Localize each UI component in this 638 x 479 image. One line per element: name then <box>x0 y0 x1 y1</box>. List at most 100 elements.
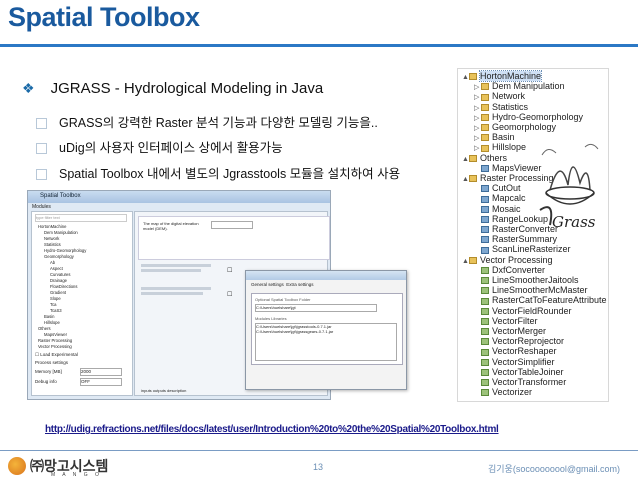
expander-icon[interactable]: ▲ <box>462 174 469 185</box>
mini-tree-item[interactable]: Curvatures <box>50 272 70 277</box>
reference-link[interactable]: http://udig.refractions.net/files/docs/l… <box>45 424 499 435</box>
tree-item-label: RasterCatToFeatureAttribute <box>492 295 607 306</box>
libs-list[interactable]: C:\Users\huelshare\jgt\jgrasstools-0.7.1… <box>255 323 397 361</box>
tree-item-label: VectorReshaper <box>492 346 557 357</box>
filter-input[interactable]: type filter text <box>35 214 127 222</box>
tree-item-label: VectorReprojector <box>492 336 565 347</box>
checkbox[interactable]: ☐ <box>227 267 232 274</box>
mini-tree-item[interactable]: Geomorphology <box>44 254 74 259</box>
module-tree-panel: ▲ HortonMachine ▷ Dem Manipulation ▷ Network ▷… <box>457 68 609 402</box>
folder-icon <box>481 124 489 132</box>
tree-item-label: Basin <box>492 132 515 143</box>
sub-bullet: GRASS의 강력한 Raster 분석 기능과 다양한 모델링 기능을.. <box>36 112 378 131</box>
module-icon <box>481 164 489 172</box>
folder-icon <box>481 144 489 152</box>
mini-tree-item[interactable]: Dem Manipulation <box>44 230 78 235</box>
module-icon <box>481 317 489 325</box>
tree-item-label: DxfConverter <box>492 264 546 275</box>
module-icon <box>481 389 489 397</box>
mini-tree-item[interactable]: Others <box>38 326 51 331</box>
mini-tree-item[interactable]: Basin <box>44 314 54 319</box>
tree-item-label: Mosaic <box>492 203 521 214</box>
mini-tree-item[interactable]: Slope <box>50 296 61 301</box>
square-bullet-icon <box>36 169 47 181</box>
mini-tree-item[interactable]: Raster Processing <box>38 338 72 343</box>
mini-tree-item[interactable]: Tca <box>50 302 57 307</box>
module-icon <box>481 348 489 356</box>
mini-tree-item[interactable]: Hillslope <box>44 320 60 325</box>
mini-tree-item[interactable]: Hydro-Geomorphology <box>44 248 86 253</box>
mini-tree-item[interactable]: FlowDirections <box>50 284 77 289</box>
checkbox[interactable]: ☐ <box>227 291 232 298</box>
mini-tree-item[interactable]: Ab <box>50 260 55 265</box>
module-icon <box>481 307 489 315</box>
svg-text:Grass: Grass <box>552 213 596 231</box>
tree-item-label: CutOut <box>492 183 521 194</box>
mini-tree-item[interactable]: Vector Processing <box>38 344 72 349</box>
mini-tree-item[interactable]: Drainage <box>50 278 67 283</box>
module-icon <box>481 297 489 305</box>
panel-tabs[interactable]: inputs outputs description <box>141 388 186 393</box>
tree-item-label: Others <box>480 152 508 163</box>
sub-bullet-text: Spatial Toolbox 내에서 별도의 Jgrasstools 모듈을 … <box>59 167 401 181</box>
load-experimental-label: Load Experimental <box>40 352 78 357</box>
sub-bullet-text: GRASS의 강력한 Raster 분석 기능과 다양한 모델링 기능을.. <box>59 116 378 130</box>
expander-icon[interactable]: ▲ <box>462 72 469 83</box>
debug-select[interactable]: OFF <box>80 378 122 386</box>
folder-icon <box>469 256 477 264</box>
tree-item-label: VectorMerger <box>492 326 547 336</box>
description-text: The map of the digital elevation model (… <box>143 221 199 231</box>
tab-extra-settings[interactable]: Extra settings <box>286 282 313 287</box>
module-icon <box>481 266 489 274</box>
expander-icon[interactable]: ▲ <box>462 154 469 165</box>
debug-label: Debug info <box>35 379 57 384</box>
sub-bullet-text: uDig의 사용자 인터페이스 상에서 활용가능 <box>59 141 283 155</box>
dem-input-field[interactable] <box>211 221 253 229</box>
module-icon <box>481 195 489 203</box>
mini-tree-item[interactable]: Statistics <box>44 242 61 247</box>
tab-general-settings[interactable]: General settings <box>251 282 284 287</box>
mini-tree-item[interactable]: MapsViewer <box>44 332 67 337</box>
list-item[interactable]: C:\Users\huelshare\jgt\jgrassgears-0.7.1… <box>256 329 396 334</box>
tree-item-label: LineSmootherJaitools <box>492 275 579 285</box>
module-icon <box>481 379 489 387</box>
mini-tree-item[interactable]: Gradient <box>50 290 66 295</box>
tree-item[interactable]: Vectorizer <box>474 387 532 398</box>
dialog-titlebar <box>246 271 406 280</box>
module-tree: type filter text HortonMachine Dem Manipu… <box>31 211 133 396</box>
tree-item-label: LineSmootherMcMaster <box>492 285 588 296</box>
tree-item-label: Network <box>492 91 526 102</box>
tree-item-label: VectorTableJoiner <box>492 366 564 377</box>
folder-icon <box>481 83 489 91</box>
tree-item-label: RasterSummary <box>492 234 558 245</box>
load-experimental-checkbox[interactable]: ☐ Load Experimental <box>35 352 78 358</box>
folder-icon <box>481 134 489 142</box>
folder-input[interactable]: C:\Users\huelshare\jgt <box>255 304 377 312</box>
window-title: Spatial Toolbox <box>40 193 81 199</box>
expander-icon[interactable]: ▲ <box>462 256 469 267</box>
title-underline <box>0 44 638 47</box>
mini-tree-item[interactable]: Network <box>44 236 59 241</box>
mini-tree-item[interactable]: Aspect <box>50 266 63 271</box>
memory-select[interactable]: 2000 <box>80 368 122 376</box>
module-icon <box>481 328 489 336</box>
text-line <box>141 292 203 295</box>
tree-item-label: VectorTransformer <box>492 377 567 387</box>
mango-logo-icon <box>8 457 26 475</box>
folder-icon <box>481 103 489 111</box>
tree-item-label: Mapcalc <box>492 193 526 204</box>
module-icon <box>481 368 489 376</box>
module-icon <box>481 287 489 295</box>
square-bullet-icon <box>36 143 47 155</box>
dialog-tabs[interactable]: General settings Extra settings <box>251 282 314 287</box>
memory-label: Memory [MB] <box>35 369 62 374</box>
mini-tree-item[interactable]: HortonMachine <box>38 224 66 229</box>
jgrass-logo: Grass <box>539 143 599 231</box>
mini-tree-item[interactable]: TcaS3 <box>50 308 62 313</box>
text-line <box>141 264 211 267</box>
footer-divider <box>0 450 638 451</box>
folder-label: Optional Spatial Toolbox Folder <box>255 297 311 302</box>
main-bullet-text: JGRASS - Hydrological Modeling in Java <box>50 80 324 97</box>
module-icon <box>481 338 489 346</box>
tree-item-label: VectorFilter <box>492 315 538 326</box>
